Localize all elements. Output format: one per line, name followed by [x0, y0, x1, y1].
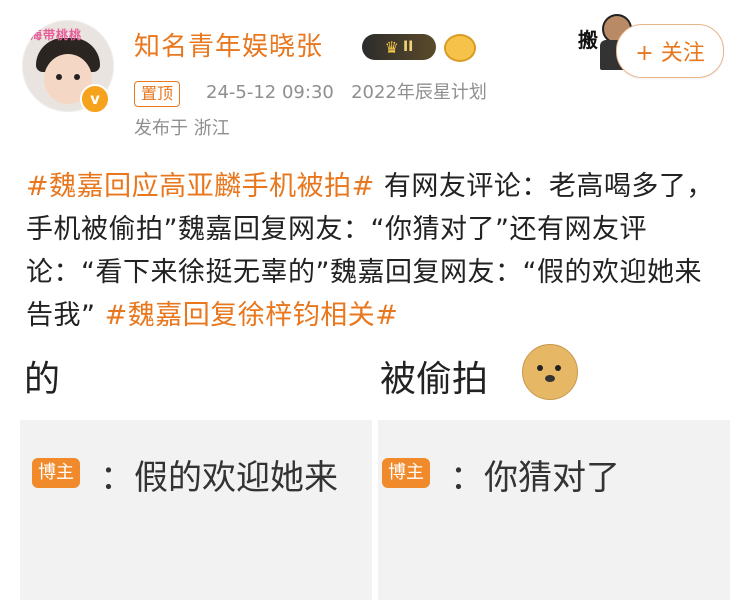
blogger-tag: 博主	[32, 458, 80, 488]
screenshot-fragment: 被偷拍	[380, 359, 489, 400]
follow-button[interactable]: + 关注	[616, 24, 724, 78]
blogger-tag: 博主	[382, 458, 430, 488]
avatar-eye	[74, 74, 80, 80]
hashtag-link[interactable]: #魏嘉回应高亚麟手机被拍#	[26, 171, 375, 202]
username[interactable]: 知名青年娱晓张	[134, 26, 323, 63]
blogger-reply: ：你猜对了	[450, 458, 620, 498]
avatar-deco-text: 海带桃桃	[30, 28, 83, 42]
fish-badge-icon[interactable]	[444, 34, 476, 62]
blogger-reply: ：假的欢迎她来	[100, 458, 338, 498]
avatar-eye	[56, 74, 62, 80]
post-text: #魏嘉回应高亚麟手机被拍# 有网友评论：老高喝多了，手机被偷拍”魏嘉回复网友：“…	[26, 165, 726, 337]
level-badge[interactable]: ♛ II	[362, 34, 436, 60]
screenshot-left	[20, 420, 372, 600]
screenshot-fragment: 的	[24, 359, 61, 400]
publish-location: 发布于 浙江	[134, 118, 230, 139]
sticker-text: 搬	[578, 28, 598, 52]
screenshot-right	[378, 420, 730, 600]
doge-emoji-icon	[522, 344, 578, 400]
level-badge-label: II	[402, 39, 414, 55]
post-source[interactable]: 2022年辰星计划	[351, 82, 487, 103]
post-timestamp: 24-5-12 09:30	[206, 82, 334, 103]
post-meta: 24-5-12 09:30 2022年辰星计划	[206, 81, 487, 105]
screenshot-left-top	[20, 340, 372, 420]
verified-icon: v	[80, 84, 110, 114]
crown-icon: ♛	[384, 37, 399, 57]
meta-fade-overlay	[520, 76, 590, 112]
pinned-tag: 置顶	[134, 81, 181, 107]
hashtag-link[interactable]: #魏嘉回复徐梓钧相关#	[105, 300, 399, 331]
